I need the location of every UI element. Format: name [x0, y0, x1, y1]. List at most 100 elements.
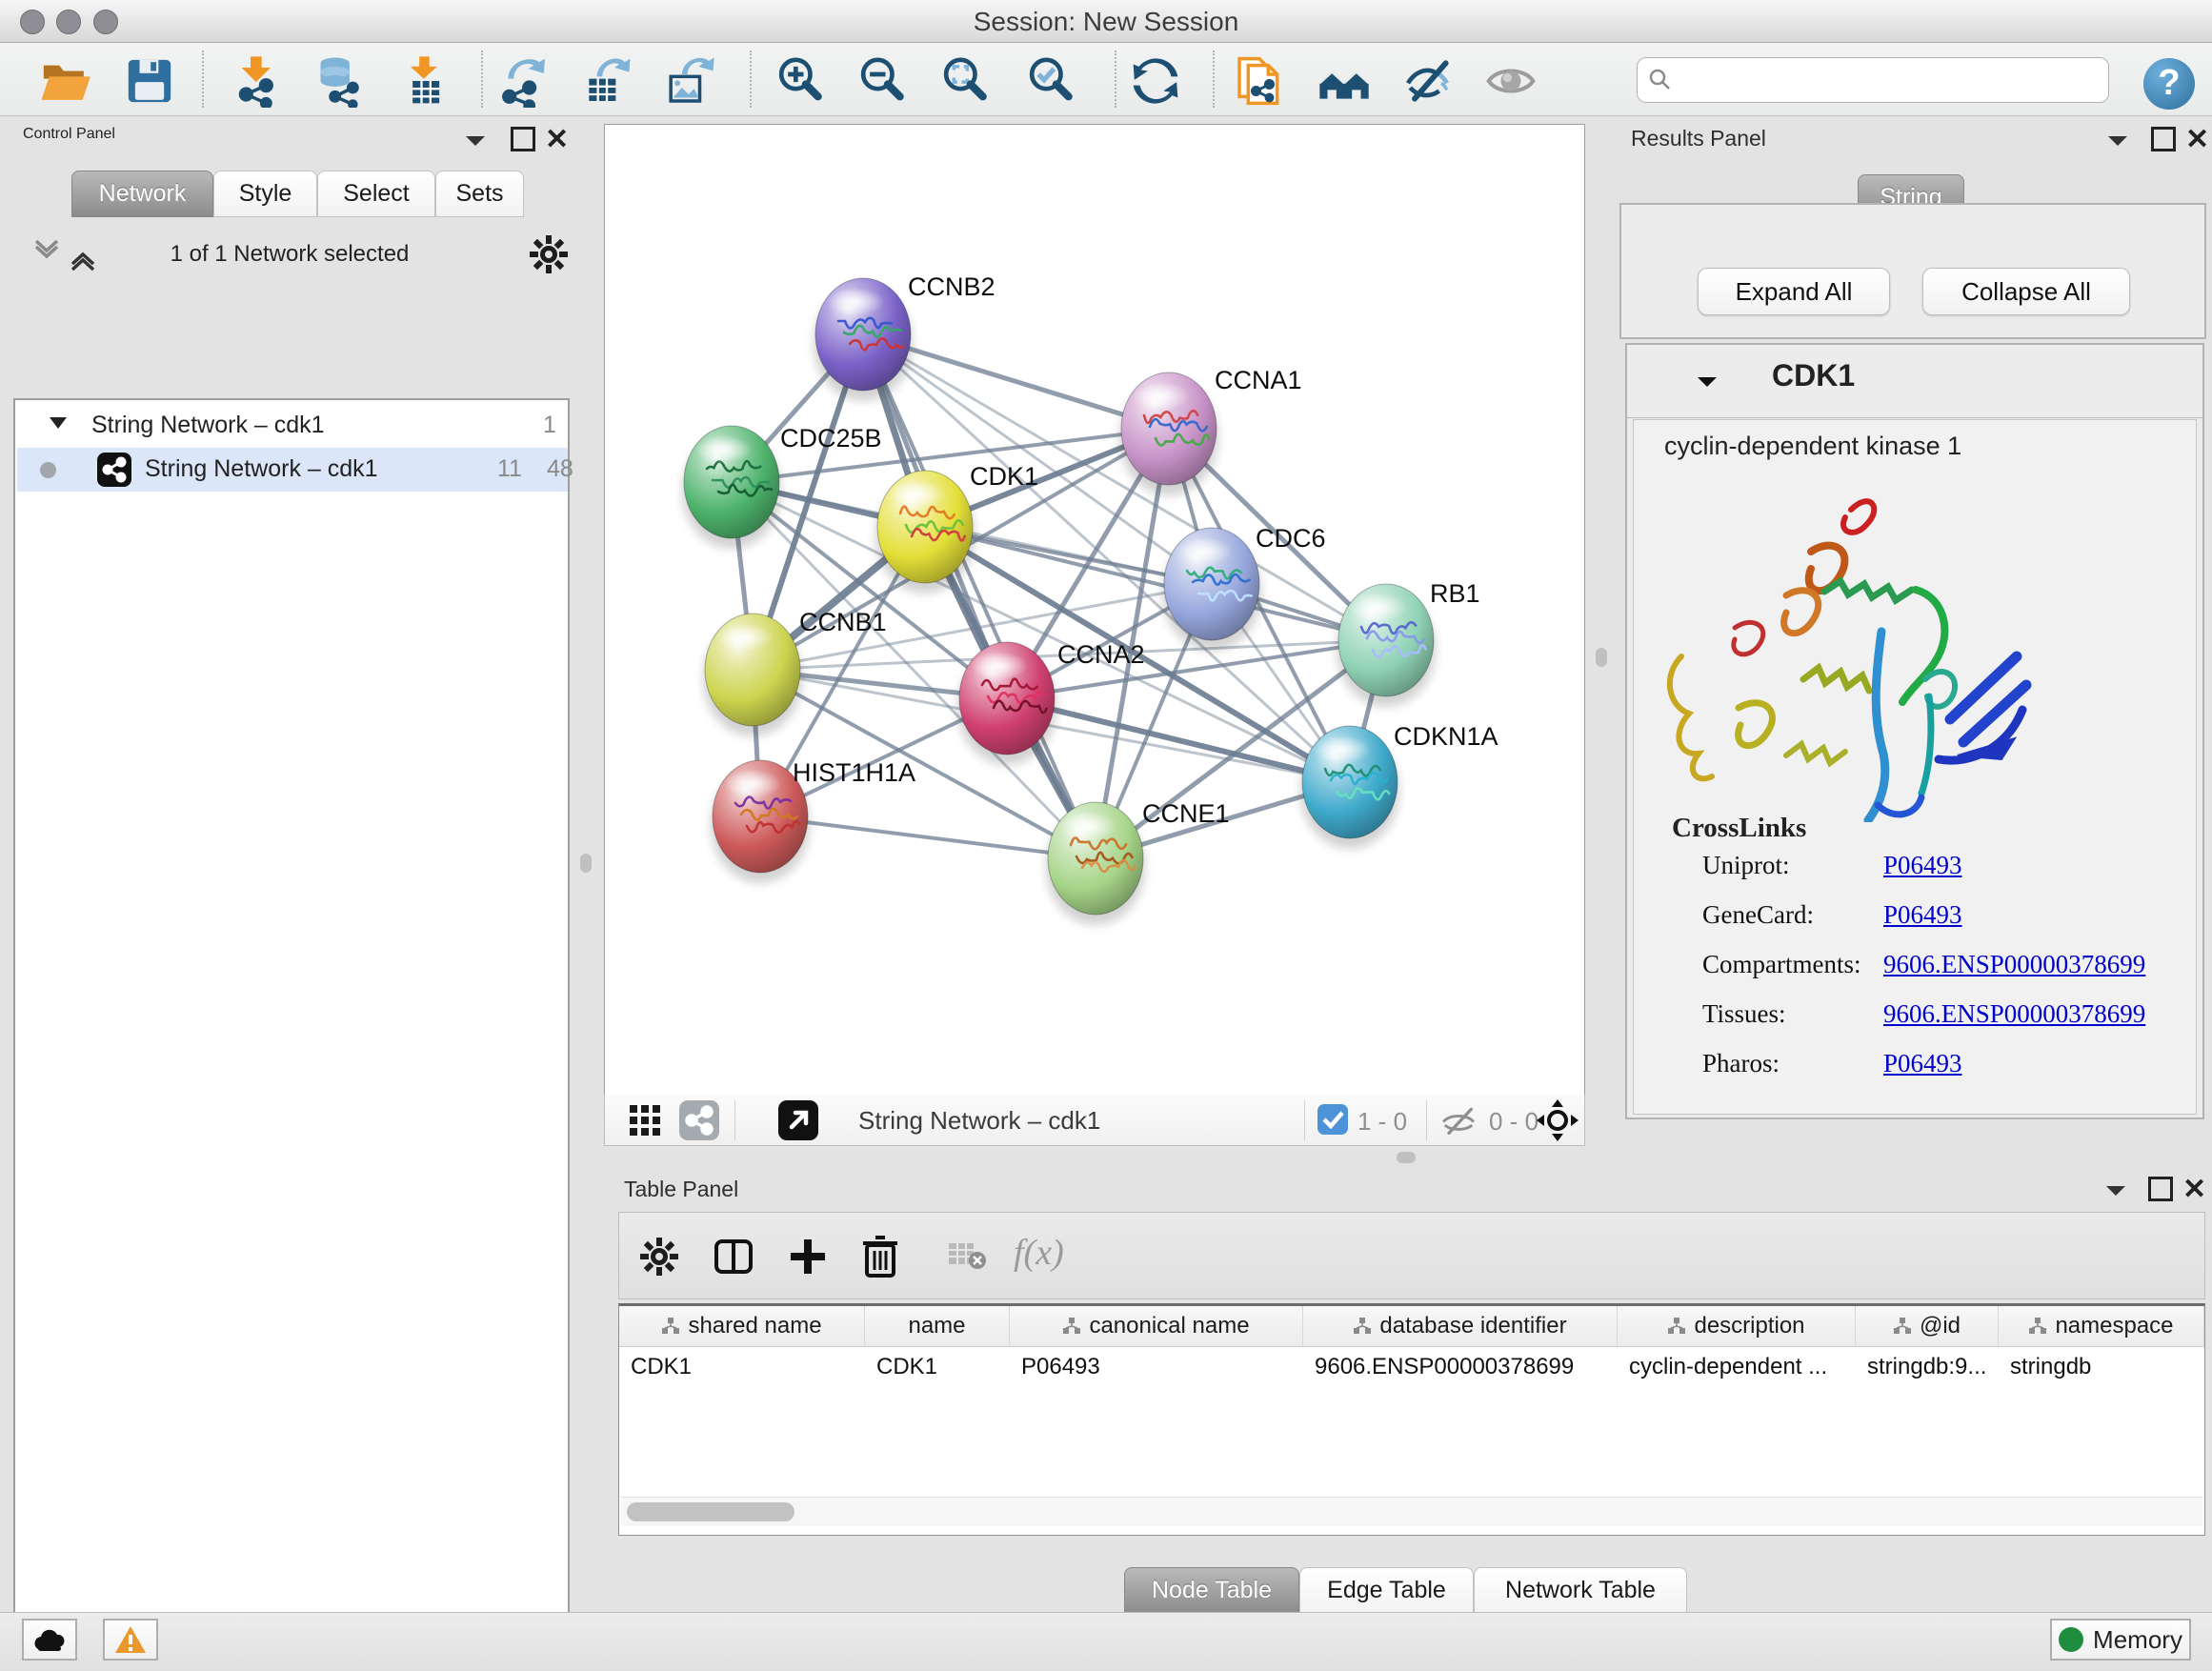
new-network-from-selection-icon[interactable]: [1233, 54, 1286, 108]
node-table[interactable]: shared namenamecanonical namedatabase id…: [618, 1303, 2205, 1536]
node-CDC6[interactable]: CDC6: [1162, 524, 1326, 651]
fit-selected-crosshair-icon[interactable]: [1537, 1099, 1579, 1141]
export-table-icon[interactable]: [580, 54, 633, 108]
crosslink-link[interactable]: P06493: [1883, 1049, 1962, 1077]
table-cell[interactable]: stringdb:9...: [1856, 1346, 1999, 1388]
selected-checkbox-icon[interactable]: [1317, 1104, 1348, 1135]
column-header-canonical-name[interactable]: canonical name: [1010, 1306, 1303, 1346]
column-header--id[interactable]: @id: [1856, 1306, 1999, 1346]
gear-icon[interactable]: [640, 1238, 678, 1276]
node-CCNA1[interactable]: CCNA1: [1119, 366, 1302, 495]
left-splitter-handle[interactable]: [580, 854, 592, 873]
expand-all-button[interactable]: Expand All: [1698, 268, 1890, 315]
right-splitter-handle[interactable]: [1596, 648, 1607, 667]
add-column-icon[interactable]: [787, 1236, 829, 1278]
zoom-selected-icon[interactable]: [1024, 54, 1077, 108]
tab-network[interactable]: Network: [71, 171, 213, 217]
float-panel-icon[interactable]: [511, 127, 535, 151]
node-gloss: [827, 288, 884, 316]
string-style-icon[interactable]: [679, 1100, 719, 1140]
tree-expand-icon[interactable]: [48, 415, 69, 431]
function-builder-icon[interactable]: f(x): [1014, 1232, 1064, 1274]
show-columns-icon[interactable]: [713, 1236, 754, 1278]
birdseye-grid-icon[interactable]: [628, 1103, 662, 1137]
node-CCNB2[interactable]: CCNB2: [814, 272, 995, 401]
table-hscrollbar[interactable]: [621, 1497, 2202, 1526]
delete-table-icon[interactable]: [947, 1241, 987, 1272]
column-header-description[interactable]: description: [1618, 1306, 1856, 1346]
scrollbar-thumb[interactable]: [627, 1502, 794, 1521]
node-RB1[interactable]: RB1: [1337, 579, 1480, 707]
tab-edge-table[interactable]: Edge Table: [1299, 1567, 1474, 1614]
panel-menu-icon[interactable]: [2103, 1182, 2128, 1199]
tab-network-table[interactable]: Network Table: [1474, 1567, 1687, 1614]
entry-collapse-icon[interactable]: [1695, 373, 1719, 391]
column-header-namespace[interactable]: namespace: [1999, 1306, 2204, 1346]
hide-selected-icon[interactable]: [1401, 54, 1455, 108]
search-input[interactable]: [1681, 62, 2095, 96]
help-icon[interactable]: ?: [2143, 58, 2195, 110]
table-cell[interactable]: P06493: [1010, 1346, 1303, 1388]
table-row[interactable]: CDK1CDK1P064939606.ENSP00000378699cyclin…: [619, 1346, 2204, 1388]
column-header-database-identifier[interactable]: database identifier: [1303, 1306, 1618, 1346]
table-cell[interactable]: stringdb: [1999, 1346, 2204, 1388]
import-network-file-icon[interactable]: [231, 54, 284, 108]
import-network-database-icon[interactable]: [311, 54, 364, 108]
zoom-in-icon[interactable]: [774, 54, 827, 108]
memory-button[interactable]: Memory: [2050, 1619, 2191, 1661]
node-CDC25B[interactable]: CDC25B: [682, 424, 882, 549]
collapse-all-button[interactable]: Collapse All: [1922, 268, 2130, 315]
table-cell[interactable]: cyclin-dependent ...: [1618, 1346, 1856, 1388]
node-HIST1H1A[interactable]: HIST1H1A: [711, 758, 915, 883]
tab-select[interactable]: Select: [317, 171, 435, 217]
network-row[interactable]: String Network – cdk1 11 48: [17, 448, 568, 492]
crosslink-link[interactable]: 9606.ENSP00000378699: [1883, 999, 2145, 1028]
edge-CCNA2-CDKN1A[interactable]: [1007, 698, 1350, 782]
export-image-icon[interactable]: [663, 54, 716, 108]
node-CDKN1A[interactable]: CDKN1A: [1300, 722, 1498, 849]
export-network-icon[interactable]: [498, 54, 552, 108]
network-collection-row[interactable]: String Network – cdk1 1: [17, 404, 568, 448]
delete-column-icon[interactable]: [859, 1234, 901, 1278]
panel-menu-icon[interactable]: [463, 132, 488, 150]
save-session-icon[interactable]: [123, 54, 176, 108]
show-all-icon[interactable]: [1484, 54, 1538, 108]
tab-node-table[interactable]: Node Table: [1124, 1567, 1299, 1614]
horizontal-splitter-handle[interactable]: [1397, 1152, 1416, 1163]
open-in-browser-icon[interactable]: [778, 1100, 818, 1140]
node-CCNB1[interactable]: CCNB1: [703, 608, 887, 736]
float-panel-icon[interactable]: [2151, 127, 2176, 151]
network-graph[interactable]: CCNB2CCNA1CDC25BCDK1CDC6RB1CCNB1CCNA2CDK…: [605, 125, 1584, 1095]
column-header-shared-name[interactable]: shared name: [619, 1306, 865, 1346]
import-table-file-icon[interactable]: [398, 54, 452, 108]
zoom-out-icon[interactable]: [855, 54, 909, 108]
column-header-name[interactable]: name: [865, 1306, 1010, 1346]
close-panel-icon[interactable]: ✕: [545, 123, 569, 156]
table-cell[interactable]: 9606.ENSP00000378699: [1303, 1346, 1618, 1388]
hidden-eye-icon[interactable]: [1439, 1104, 1478, 1137]
node-CCNE1[interactable]: CCNE1: [1046, 799, 1230, 925]
warnings-button[interactable]: [103, 1619, 158, 1661]
tab-sets[interactable]: Sets: [435, 171, 524, 217]
float-panel-icon[interactable]: [2148, 1177, 2173, 1201]
edge-HIST1H1A-CCNE1[interactable]: [760, 816, 1096, 858]
refresh-icon[interactable]: [1129, 54, 1182, 108]
close-panel-icon[interactable]: ✕: [2182, 1173, 2206, 1206]
network-canvas[interactable]: CCNB2CCNA1CDC25BCDK1CDC6RB1CCNB1CCNA2CDK…: [604, 124, 1585, 1096]
close-panel-icon[interactable]: ✕: [2185, 123, 2209, 156]
column-attribute-icon: [1893, 1317, 1912, 1336]
node-CDK1[interactable]: CDK1: [875, 462, 1038, 594]
crosslink-link[interactable]: 9606.ENSP00000378699: [1883, 950, 2145, 978]
table-cell[interactable]: CDK1: [865, 1346, 1010, 1388]
table-cell[interactable]: CDK1: [619, 1346, 865, 1388]
crosslink-link[interactable]: P06493: [1883, 851, 1962, 879]
zoom-fit-content-icon[interactable]: [938, 54, 992, 108]
gear-icon[interactable]: [530, 235, 568, 273]
cloud-button[interactable]: [22, 1619, 77, 1661]
crosslink-link[interactable]: P06493: [1883, 900, 1962, 929]
node-gloss: [695, 435, 753, 464]
first-neighbors-icon[interactable]: [1317, 54, 1371, 108]
panel-menu-icon[interactable]: [2105, 132, 2130, 150]
open-session-icon[interactable]: [38, 54, 91, 108]
tab-style[interactable]: Style: [213, 171, 317, 217]
